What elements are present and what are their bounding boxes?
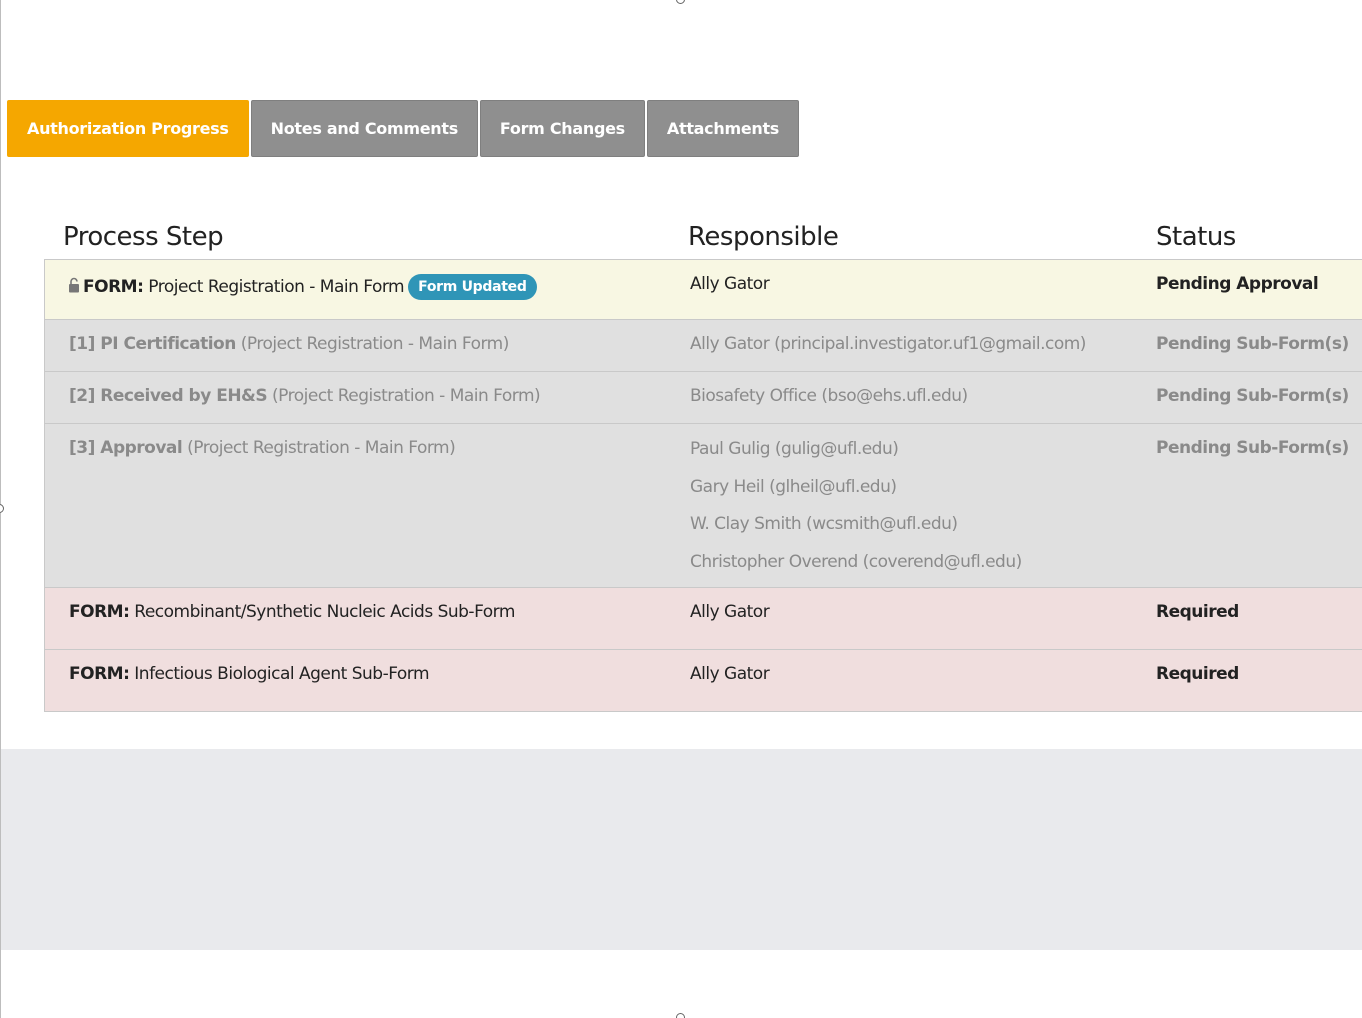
step-name: Infectious Biological Agent Sub-Form — [134, 664, 430, 684]
status-cell: Required — [1156, 664, 1239, 684]
step-name: (Project Registration - Main Form) — [272, 386, 541, 406]
tab-authorization-progress[interactable]: Authorization Progress — [7, 100, 249, 157]
tab-attachments[interactable]: Attachments — [646, 100, 800, 157]
tab-form-changes[interactable]: Form Changes — [479, 100, 645, 157]
resize-handle-bottom[interactable] — [676, 1013, 685, 1018]
responsible-person: W. Clay Smith (wcsmith@ufl.edu) — [690, 514, 958, 535]
table-row-main-form[interactable]: FORM: Project Registration - Main Form Fo… — [44, 259, 1362, 320]
step-prefix: FORM: — [69, 664, 130, 684]
step-cell: [2] Received by EH&S (Project Registrati… — [69, 386, 541, 406]
step-name: (Project Registration - Main Form) — [187, 438, 456, 458]
table-row-pi-certification: [1] PI Certification (Project Registrati… — [44, 320, 1362, 372]
header-process-step: Process Step — [63, 222, 224, 252]
step-cell: FORM: Recombinant/Synthetic Nucleic Acid… — [69, 602, 515, 622]
tab-notes-and-comments[interactable]: Notes and Comments — [250, 100, 478, 157]
table-row-approval: [3] Approval (Project Registration - Mai… — [44, 424, 1362, 588]
table-row-received-by-ehs: [2] Received by EH&S (Project Registrati… — [44, 372, 1362, 424]
status-cell: Pending Sub-Form(s) — [1156, 438, 1349, 458]
table-row-recombinant-subform[interactable]: FORM: Recombinant/Synthetic Nucleic Acid… — [44, 588, 1362, 650]
responsible-list: Paul Gulig (gulig@ufl.edu) Gary Heil (gl… — [690, 438, 1022, 589]
lock-open-icon — [68, 277, 80, 293]
step-cell: FORM: Infectious Biological Agent Sub-Fo… — [69, 664, 430, 684]
step-prefix: FORM: — [83, 277, 144, 297]
step-prefix: [1] PI Certification — [69, 334, 236, 354]
step-name: Project Registration - Main Form — [148, 277, 405, 297]
step-cell: [1] PI Certification (Project Registrati… — [69, 334, 509, 354]
step-prefix: [3] Approval — [69, 438, 183, 458]
responsible-person: Paul Gulig (gulig@ufl.edu) — [690, 439, 899, 459]
responsible-person: Gary Heil (glheil@ufl.edu) — [690, 476, 897, 497]
responsible-cell: Ally Gator — [690, 664, 770, 684]
status-cell: Pending Sub-Form(s) — [1156, 386, 1349, 406]
tab-bar: Authorization Progress Notes and Comment… — [7, 100, 800, 157]
step-name: (Project Registration - Main Form) — [240, 334, 510, 354]
responsible-cell: Biosafety Office (bso@ehs.ufl.edu) — [690, 386, 968, 406]
step-cell: FORM: Project Registration - Main Form Fo… — [68, 274, 537, 300]
header-status: Status — [1156, 222, 1236, 252]
table-row-infectious-agent-subform[interactable]: FORM: Infectious Biological Agent Sub-Fo… — [44, 650, 1362, 712]
resize-handle-left[interactable] — [0, 504, 4, 513]
status-cell: Pending Approval — [1156, 274, 1319, 294]
step-prefix: FORM: — [69, 602, 130, 622]
footer-band — [1, 749, 1362, 950]
header-responsible: Responsible — [688, 222, 839, 252]
responsible-cell: Ally Gator (principal.investigator.uf1@g… — [690, 334, 1086, 354]
table-header: Process Step Responsible Status — [44, 218, 1362, 259]
status-cell: Required — [1156, 602, 1239, 622]
form-updated-badge: Form Updated — [408, 274, 537, 300]
step-prefix: [2] Received by EH&S — [69, 386, 268, 406]
responsible-cell: Ally Gator — [690, 602, 770, 622]
responsible-person: Christopher Overend (coverend@ufl.edu) — [690, 552, 1022, 573]
step-cell: [3] Approval (Project Registration - Mai… — [69, 438, 456, 458]
authorization-table: Process Step Responsible Status FORM: Pr… — [44, 218, 1362, 712]
responsible-cell: Ally Gator — [690, 274, 770, 294]
status-cell: Pending Sub-Form(s) — [1156, 334, 1349, 354]
step-name: Recombinant/Synthetic Nucleic Acids Sub-… — [134, 602, 515, 622]
resize-handle-top[interactable] — [676, 0, 685, 4]
